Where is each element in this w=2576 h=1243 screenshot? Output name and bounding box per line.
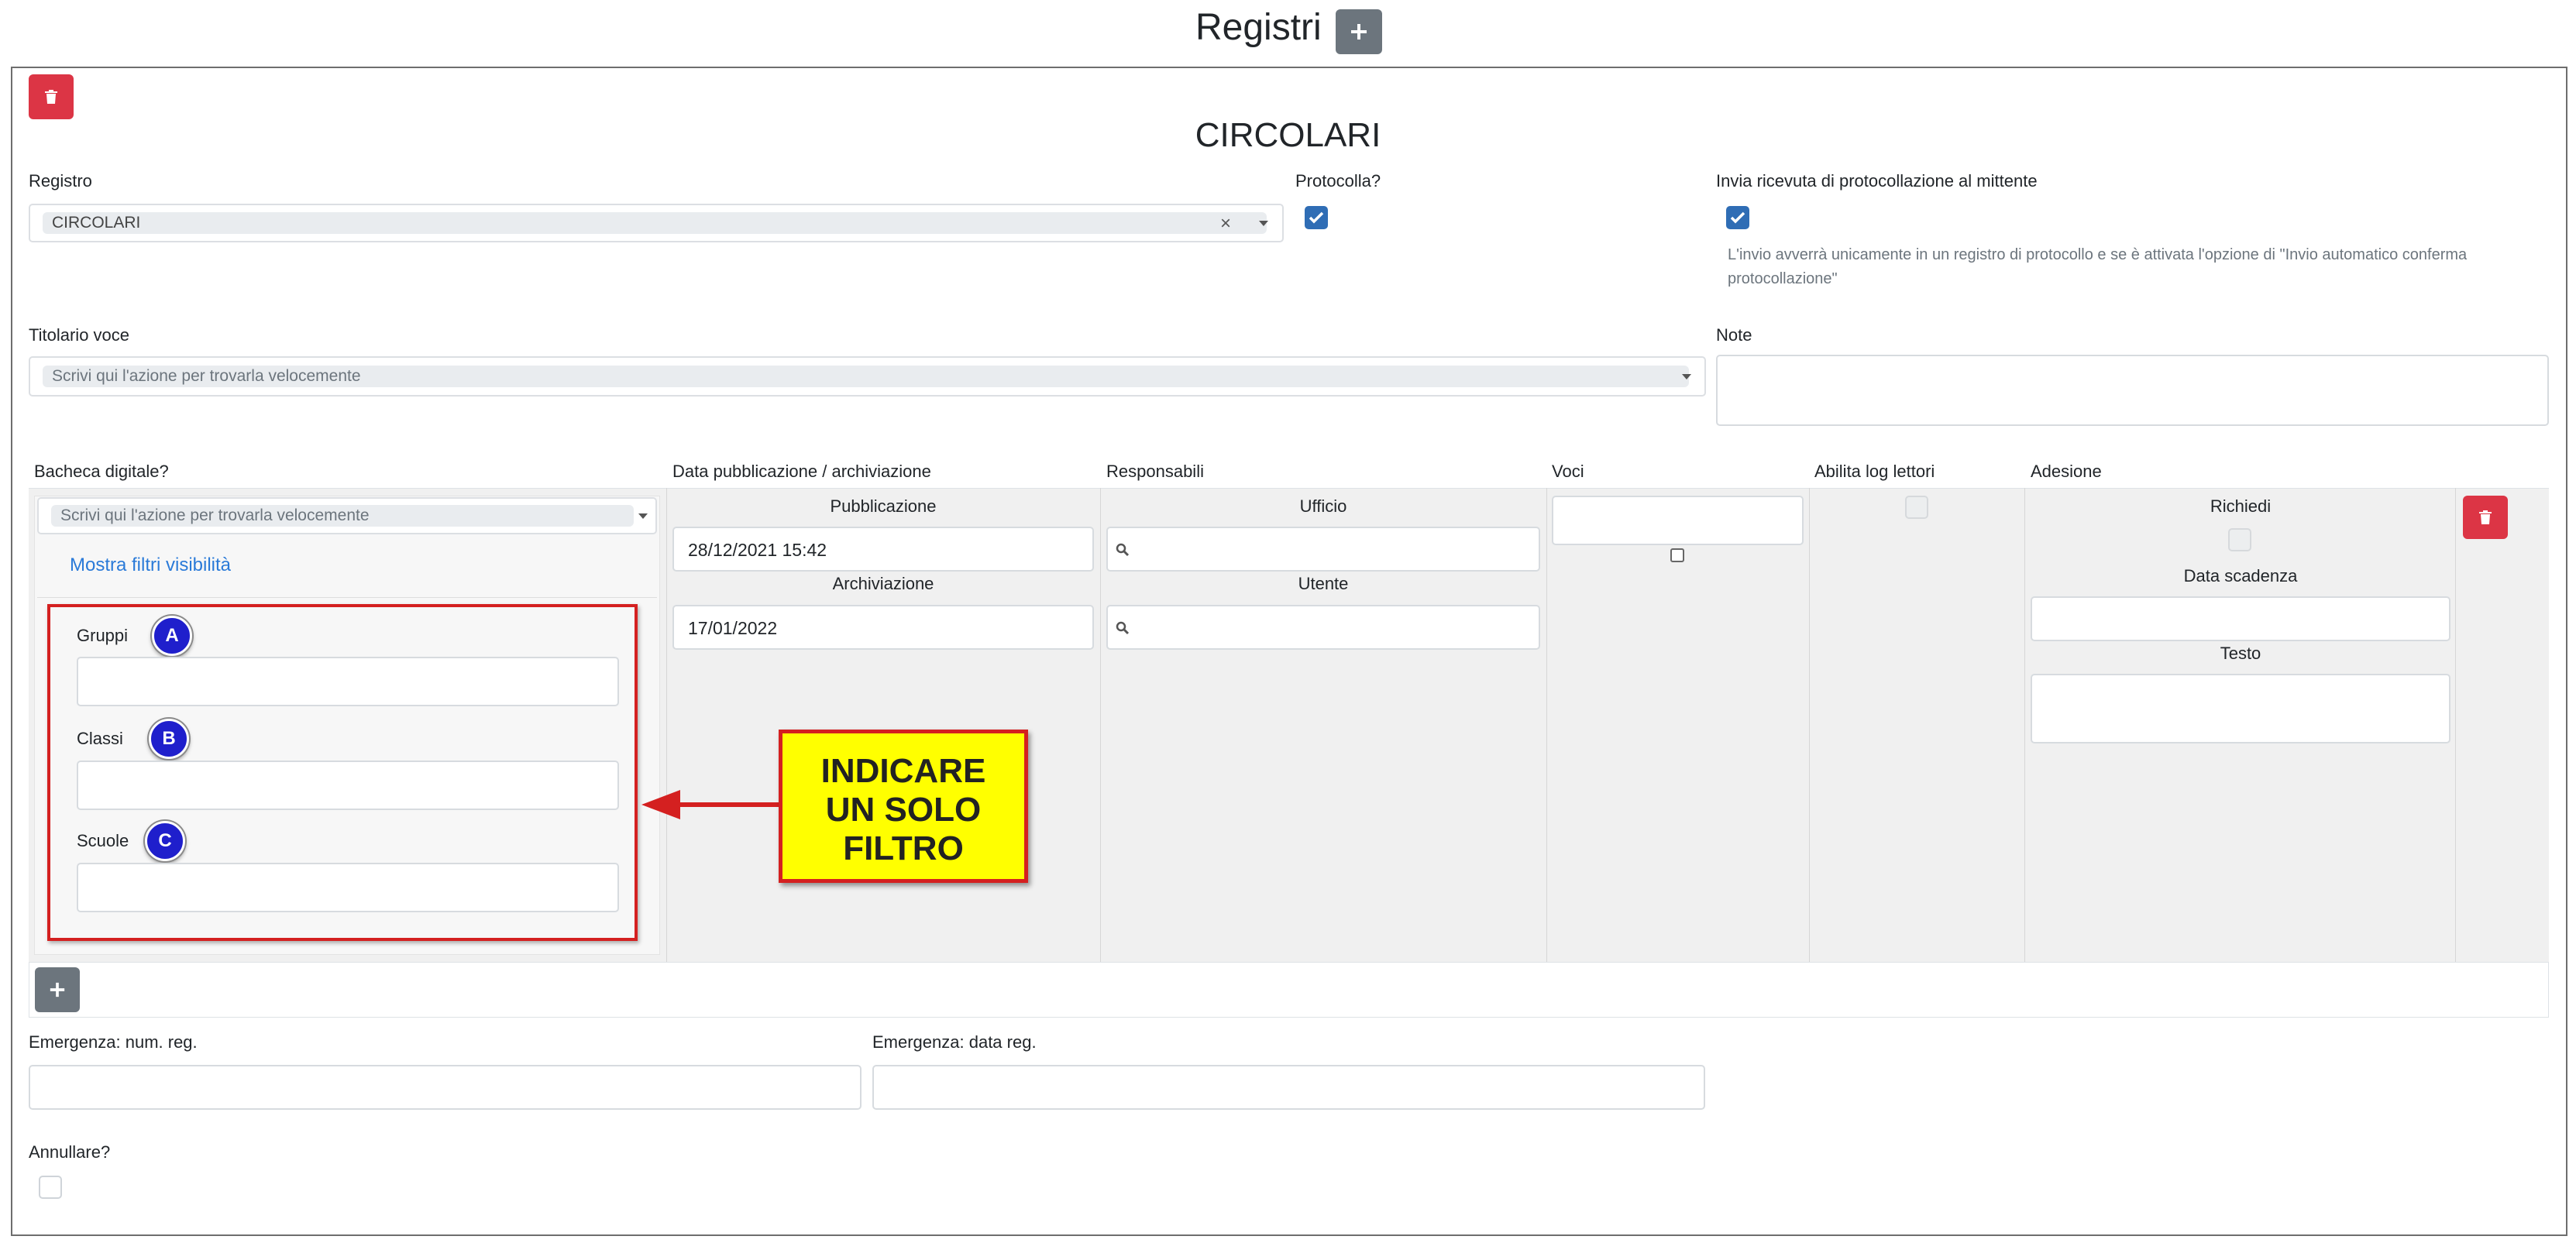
column-divider [1546,488,1547,962]
pubblicazione-value: 28/12/2021 15:42 [688,540,827,560]
mostra-filtri-link[interactable]: Mostra filtri visibilità [70,555,231,576]
invia-ricevuta-help: L'invio avverrà unicamente in un registr… [1728,246,2468,287]
protocolla-checkbox[interactable] [1305,206,1328,229]
callout-line: INDICARE [820,752,986,790]
abilita-log-checkbox[interactable] [1905,496,1928,519]
annullare-checkbox[interactable] [39,1176,62,1199]
header-adesione: Adesione [2031,462,2102,481]
caret-down-icon [638,513,648,519]
emergenza-num-label: Emergenza: num. reg. [29,1032,198,1052]
plus-icon [1351,24,1367,39]
bacheca-placeholder: Scrivi qui l'azione per trovarla velocem… [51,505,634,527]
data-scadenza-label: Data scadenza [2183,566,2298,585]
invia-ricevuta-label: Invia ricevuta di protocollazione al mit… [1716,171,2038,191]
column-divider [2455,488,2456,962]
invia-ricevuta-checkbox[interactable] [1726,206,1749,229]
caret-down-icon [1259,221,1268,226]
titolario-label: Titolario voce [29,325,130,345]
registro-select[interactable]: CIRCOLARI × [29,204,1284,242]
emergenza-data-label: Emergenza: data reg. [872,1032,1037,1052]
header-voci: Voci [1552,462,1584,481]
page-title: Registri [1195,7,1322,48]
archiviazione-label: Archiviazione [832,574,934,593]
delete-row-button[interactable] [2463,496,2508,539]
callout-arrow [641,790,790,819]
ufficio-label: Ufficio [1299,496,1347,516]
column-divider [666,488,667,962]
registro-label: Registro [29,171,92,191]
magnifier-icon [1116,621,1130,635]
column-divider [2024,488,2025,962]
add-register-button[interactable] [1336,9,1382,54]
header-data: Data pubblicazione / archiviazione [672,462,931,481]
titolario-select[interactable]: Scrivi qui l'azione per trovarla velocem… [29,356,1706,397]
utente-label: Utente [1298,574,1349,593]
richiedi-label: Richiedi [2210,496,2272,516]
titolario-placeholder: Scrivi qui l'azione per trovarla velocem… [43,366,1689,387]
callout-line: UN SOLO [825,791,982,829]
magnifier-icon [1116,543,1130,557]
plus-icon [50,982,65,997]
testo-label: Testo [2220,644,2261,663]
section-title: CIRCOLARI [1195,116,1381,154]
column-divider [1100,488,1101,962]
note-textarea[interactable] [1716,355,2549,426]
note-label: Note [1716,325,1752,345]
delete-record-button[interactable] [29,74,74,119]
header-bacheca: Bacheca digitale? [34,462,169,481]
annullare-label: Annullare? [29,1142,111,1162]
emergenza-data-input[interactable] [872,1065,1705,1110]
voci-checkbox[interactable] [1670,548,1684,562]
pubblicazione-label: Pubblicazione [830,496,937,516]
column-divider [1809,488,1810,962]
callout-line: FILTRO [843,829,964,867]
clear-selection-icon[interactable]: × [1220,213,1231,235]
trash-icon [45,90,57,104]
callout-box: INDICARE UN SOLO FILTRO [779,730,1028,883]
protocolla-label: Protocolla? [1295,171,1381,191]
trash-icon [2479,510,2492,524]
voci-input[interactable] [1552,496,1804,545]
data-scadenza-input[interactable] [2031,596,2450,641]
richiedi-checkbox[interactable] [2228,528,2251,551]
header-abilita-log: Abilita log lettori [1814,462,1935,481]
testo-textarea[interactable] [2031,674,2450,743]
archiviazione-input[interactable]: 17/01/2022 [672,605,1094,650]
caret-down-icon [1682,374,1691,379]
pubblicazione-input[interactable]: 28/12/2021 15:42 [672,527,1094,572]
bacheca-divider [37,597,657,598]
filter-highlight-box [47,604,638,941]
header-responsabili: Responsabili [1106,462,1204,481]
bacheca-select[interactable]: Scrivi qui l'azione per trovarla velocem… [37,497,657,534]
ufficio-input[interactable] [1106,527,1540,572]
add-row-button[interactable] [35,967,80,1012]
utente-input[interactable] [1106,605,1540,650]
emergenza-num-input[interactable] [29,1065,862,1110]
check-icon [1730,211,1745,224]
add-row-bar [29,962,2549,1018]
check-icon [1309,211,1324,224]
archiviazione-value: 17/01/2022 [688,618,778,638]
registro-selected-value: CIRCOLARI [43,212,1267,234]
